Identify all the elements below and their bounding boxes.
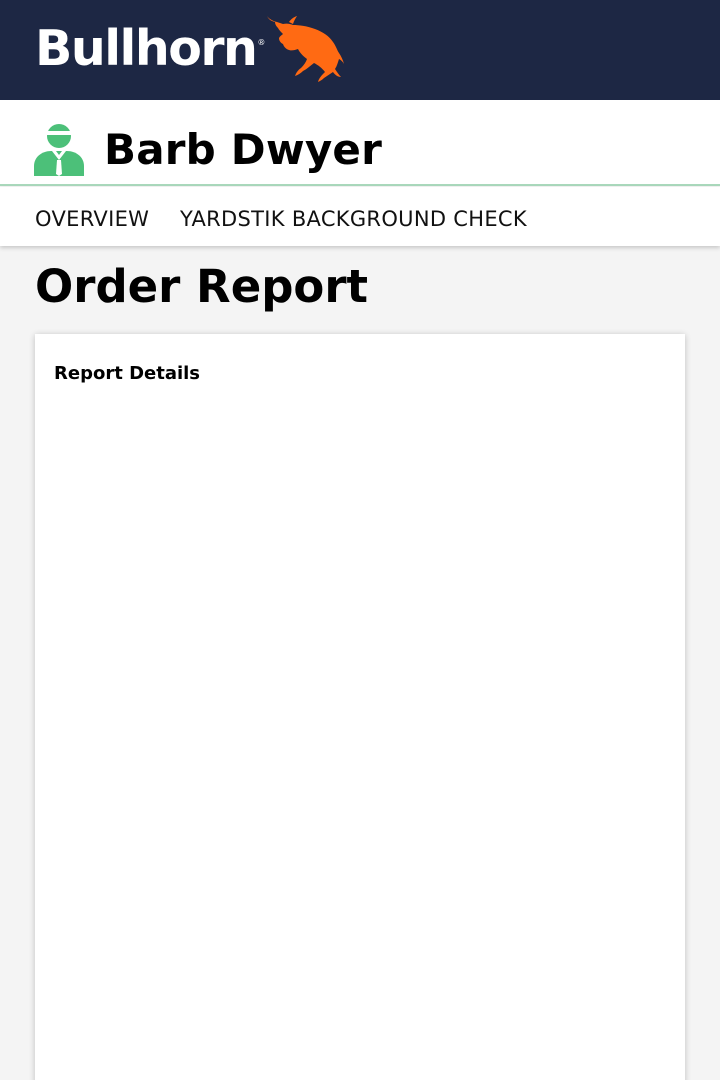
page-title: Order Report <box>35 260 369 313</box>
tab-overview[interactable]: OVERVIEW <box>35 206 149 232</box>
brand-wordmark: Bullhorn <box>35 19 258 77</box>
bull-icon <box>267 16 345 82</box>
report-details-card: Report Details <box>35 334 685 1080</box>
person-icon <box>34 124 84 176</box>
brand-header: Bullhorn ® <box>0 0 720 100</box>
bullhorn-logo[interactable]: Bullhorn ® <box>35 14 345 84</box>
tab-yardstik-background-check[interactable]: YARDSTIK BACKGROUND CHECK <box>180 206 527 232</box>
app-window: Bullhorn ® Barb Dwyer OVERVIEW YARDSTIK … <box>0 0 720 1080</box>
tab-bar: OVERVIEW YARDSTIK BACKGROUND CHECK <box>0 187 720 246</box>
registered-mark: ® <box>257 38 266 47</box>
candidate-name: Barb Dwyer <box>104 125 382 174</box>
report-details-title: Report Details <box>54 363 201 384</box>
candidate-header: Barb Dwyer <box>0 100 720 186</box>
